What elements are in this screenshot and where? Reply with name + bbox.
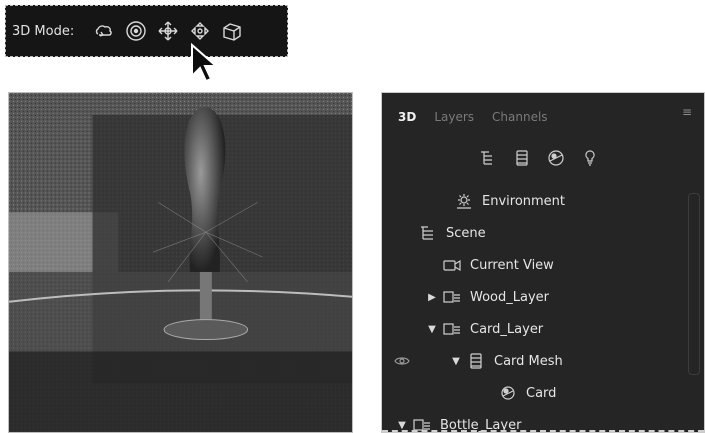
pan-icon[interactable] bbox=[156, 19, 180, 43]
scene-icon bbox=[418, 224, 438, 242]
collapse-arrow[interactable]: ▼ bbox=[450, 356, 462, 367]
tree-row-label: Card_Layer bbox=[470, 321, 544, 337]
scale-icon[interactable] bbox=[220, 19, 244, 43]
3d-mode-label: 3D Mode: bbox=[12, 23, 75, 39]
panel-menu-icon[interactable]: ≡ bbox=[682, 106, 696, 118]
tree-row-environment[interactable]: Environment bbox=[382, 185, 692, 217]
panel-tabs: 3D Layers Channels ≡ bbox=[382, 93, 704, 141]
3d-viewport[interactable] bbox=[8, 92, 353, 433]
environment-icon bbox=[454, 192, 474, 210]
3d-panel: 3D Layers Channels ≡ Environment Scene C… bbox=[381, 92, 705, 433]
tree-row-card-mesh[interactable]: ▼ Card Mesh bbox=[382, 345, 692, 377]
mouse-pointer-icon bbox=[191, 42, 219, 83]
mesh-filter-icon[interactable] bbox=[512, 148, 532, 168]
layer-icon bbox=[442, 288, 462, 306]
camera-icon bbox=[442, 256, 462, 274]
tree-row-wood-layer[interactable]: ▶ Wood_Layer bbox=[382, 281, 692, 313]
expand-arrow[interactable]: ▶ bbox=[426, 292, 438, 303]
panel-scrollbar[interactable] bbox=[688, 193, 700, 375]
collapse-arrow[interactable]: ▼ bbox=[426, 324, 438, 335]
filter-bar bbox=[382, 141, 704, 175]
tree-row-label: Card Mesh bbox=[494, 353, 563, 369]
tree-row-current-view[interactable]: Current View bbox=[382, 249, 692, 281]
tree-row-label: Scene bbox=[446, 225, 486, 241]
mesh-icon bbox=[466, 352, 486, 370]
tab-channels[interactable]: Channels bbox=[492, 110, 548, 124]
material-icon bbox=[498, 384, 518, 402]
tree-row-card[interactable]: Card bbox=[382, 377, 692, 409]
orbit-icon[interactable] bbox=[92, 19, 116, 43]
visibility-eye-icon[interactable] bbox=[394, 354, 410, 368]
tree-row-label: Card bbox=[526, 385, 557, 401]
3d-mode-toolbar: 3D Mode: bbox=[5, 5, 288, 57]
panel-bottom-divider bbox=[382, 428, 704, 432]
tab-3d[interactable]: 3D bbox=[398, 110, 416, 124]
scene-filter-icon[interactable] bbox=[478, 148, 498, 168]
tree-row-label: Current View bbox=[470, 257, 554, 273]
layer-icon bbox=[442, 320, 462, 338]
tree-row-label: Wood_Layer bbox=[470, 289, 549, 305]
light-filter-icon[interactable] bbox=[580, 148, 600, 168]
material-filter-icon[interactable] bbox=[546, 148, 566, 168]
tab-layers[interactable]: Layers bbox=[434, 110, 474, 124]
roll-icon[interactable] bbox=[124, 19, 148, 43]
tree-row-scene[interactable]: Scene bbox=[382, 217, 692, 249]
slide-icon[interactable] bbox=[188, 19, 212, 43]
tree-row-card-layer[interactable]: ▼ Card_Layer bbox=[382, 313, 692, 345]
tree-row-label: Environment bbox=[482, 193, 566, 209]
scene-tree: Environment Scene Current View ▶ Wood_La… bbox=[382, 185, 692, 432]
